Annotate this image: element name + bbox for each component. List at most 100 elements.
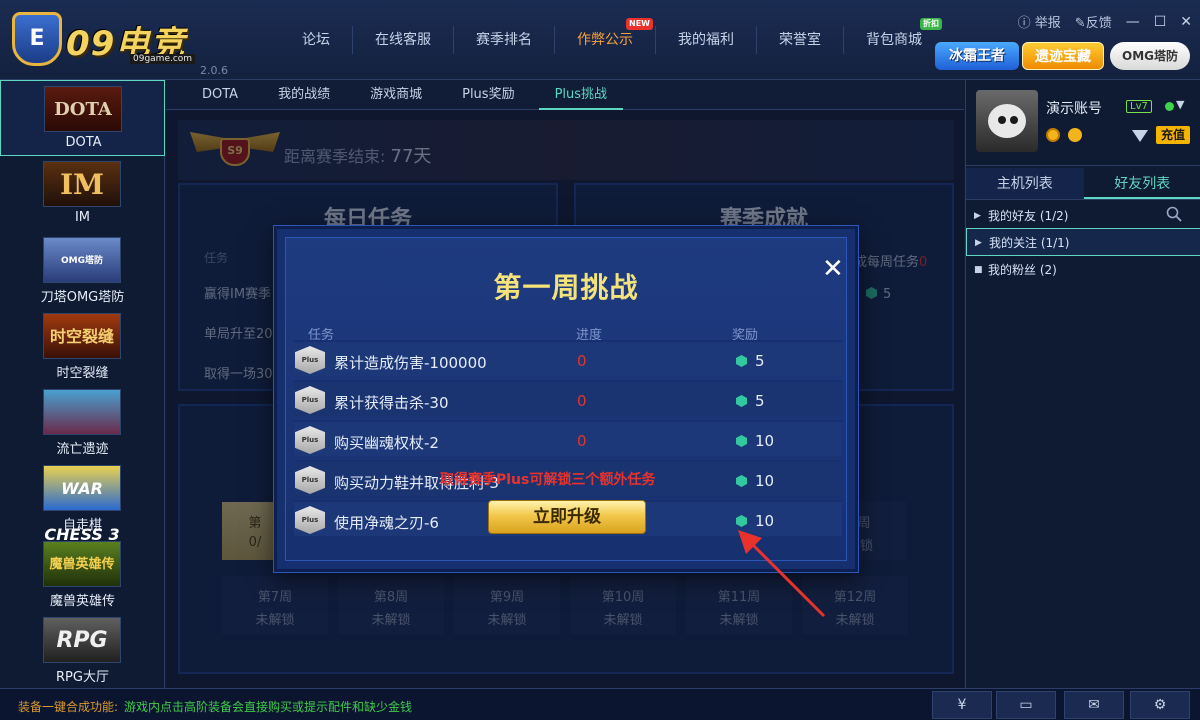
logo-site: 09game.com — [130, 54, 196, 64]
game-thumb: 魔兽英雄传 — [43, 541, 121, 587]
vip-diamond-icon — [1132, 130, 1148, 142]
nav-welfare[interactable]: 我的福利 — [656, 26, 757, 54]
promo-ice-king[interactable]: 冰霜王者 — [935, 42, 1019, 70]
challenge-name: 累计获得击杀-30 — [334, 394, 449, 412]
game-item-warcraft-heroes[interactable]: 魔兽英雄传 魔兽英雄传 — [0, 536, 165, 612]
avatar-panda-icon — [988, 104, 1026, 138]
tab-plus-reward[interactable]: Plus奖励 — [446, 80, 530, 110]
plus-badge-icon: Plus — [295, 506, 325, 534]
settings-button[interactable]: ⚙ — [1130, 691, 1190, 719]
game-item-exile[interactable]: 流亡遗迹 — [0, 384, 165, 460]
game-item-rift[interactable]: 时空裂缝 时空裂缝 — [0, 308, 165, 384]
promo-relic-treasure[interactable]: 遗迹宝藏 — [1022, 42, 1104, 70]
game-item-omg[interactable]: OMG塔防 刀塔OMG塔防 — [0, 232, 165, 308]
tab-friend-list[interactable]: 好友列表 — [1083, 168, 1200, 199]
friend-group-friends[interactable]: ▶ 我的好友 (1/2) — [966, 202, 1200, 230]
game-thumb — [43, 389, 121, 435]
plus-badge-icon: Plus — [295, 386, 325, 414]
promo-omg[interactable]: OMG塔防 — [1110, 42, 1190, 70]
nav-cheat-notice[interactable]: 作弊公示 NEW — [555, 18, 656, 54]
upgrade-now-button[interactable]: 立即升级 — [488, 500, 646, 534]
game-label: 时空裂缝 — [56, 366, 109, 381]
game-label: 流亡遗迹 — [56, 442, 109, 457]
nav-honor[interactable]: 荣誉室 — [757, 26, 844, 54]
minimize-button[interactable]: — — [1126, 14, 1140, 30]
game-label: 自走棋 — [62, 518, 102, 533]
tab-dota[interactable]: DOTA — [186, 80, 254, 110]
mail-button[interactable]: ✉ — [1064, 691, 1124, 719]
challenge-reward: 10 — [736, 432, 774, 450]
maximize-button[interactable]: ☐ — [1154, 14, 1167, 30]
game-label: RPG大厅 — [56, 670, 109, 685]
profile-card: 演示账号 Lv7 ▼ 充值 — [966, 80, 1200, 166]
logo-shield-icon: E — [12, 12, 62, 66]
level-badge: Lv7 — [1126, 100, 1152, 113]
gem-icon — [736, 435, 747, 447]
plus-unlock-note: 取得赛季Plus可解锁三个额外任务 — [440, 472, 656, 488]
annotation-arrow-icon — [738, 530, 826, 618]
main-nav: 论坛 在线客服 赛季排名 作弊公示 NEW 我的福利 荣誉室 背包商城 折扣 — [280, 18, 944, 54]
game-item-rpg[interactable]: RPG RPG大厅 — [0, 612, 165, 688]
currency-button[interactable]: ¥ — [932, 691, 992, 719]
nav-ranking[interactable]: 赛季排名 — [454, 26, 555, 54]
gem-icon — [736, 355, 747, 367]
social-tabs: 主机列表 好友列表 — [966, 168, 1200, 200]
game-thumb: IM — [43, 161, 121, 207]
game-thumb: DOTA — [44, 86, 122, 132]
discount-badge: 折扣 — [920, 18, 942, 30]
game-item-autochess[interactable]: WAR CHESS 3 自走棋 — [0, 460, 165, 544]
bottom-bar: 装备一键合成功能: 游戏内点击高阶装备会直接购买或提示配件和缺少金钱 ¥ ▭ ✉… — [0, 688, 1200, 720]
challenge-row: Plus 购买幽魂权杖-2 0 10 — [294, 420, 842, 456]
info-icon: ⓘ — [1017, 16, 1031, 31]
tab-game-shop[interactable]: 游戏商城 — [354, 80, 438, 110]
report-link[interactable]: ⓘ 举报 — [1018, 12, 1061, 31]
tab-host-list[interactable]: 主机列表 — [966, 168, 1084, 199]
tab-my-record[interactable]: 我的战绩 — [262, 80, 346, 110]
close-button[interactable]: ✕ — [1180, 14, 1192, 30]
avatar-eye — [998, 116, 1006, 124]
nav-shop[interactable]: 背包商城 折扣 — [844, 18, 944, 54]
username: 演示账号 — [1046, 101, 1102, 117]
dialog-close-button[interactable]: ✕ — [822, 256, 844, 282]
dialog-title: 第一周挑战 — [493, 271, 639, 304]
coin-icon — [1046, 128, 1060, 142]
gem-icon — [736, 395, 747, 407]
avatar[interactable] — [976, 90, 1038, 152]
status-dropdown-icon[interactable]: ▼ — [1176, 98, 1184, 111]
tip-label: 装备一键合成功能: — [18, 700, 119, 714]
online-status-icon[interactable] — [1165, 102, 1174, 111]
social-sidebar: 演示账号 Lv7 ▼ 充值 主机列表 好友列表 ▶ 我的好友 (1/2) ▶ 我… — [965, 80, 1200, 688]
game-thumb: 时空裂缝 — [43, 313, 121, 359]
mail-icon: ✉ — [1088, 697, 1100, 713]
challenge-row: Plus 累计获得击杀-30 0 5 — [294, 380, 842, 416]
feedback-link[interactable]: ✎反馈 — [1075, 12, 1112, 31]
game-item-im[interactable]: IM IM — [0, 156, 165, 232]
gem-icon — [736, 475, 747, 487]
plus-badge-icon: Plus — [295, 346, 325, 374]
plus-badge-icon: Plus — [295, 426, 325, 454]
challenge-name: 购买幽魂权杖-2 — [334, 434, 439, 452]
friend-group-fans[interactable]: ■ 我的粉丝 (2) — [966, 256, 1200, 284]
nav-support[interactable]: 在线客服 — [353, 26, 454, 54]
search-icon[interactable] — [1166, 206, 1182, 222]
nav-forum[interactable]: 论坛 — [280, 26, 353, 54]
expand-arrow-icon: ▶ — [975, 238, 982, 248]
tab-plus-challenge[interactable]: Plus挑战 — [538, 80, 624, 110]
challenge-reward: 5 — [736, 392, 765, 410]
content-tabs: DOTA 我的战绩 游戏商城 Plus奖励 Plus挑战 — [166, 80, 964, 110]
tv-button[interactable]: ▭ — [996, 691, 1056, 719]
challenge-progress: 0 — [577, 392, 587, 410]
collapse-square-icon: ■ — [974, 265, 983, 275]
challenge-progress: 0 — [577, 432, 587, 450]
yen-coin-icon: ¥ — [957, 697, 967, 713]
gear-icon: ⚙ — [1153, 697, 1167, 713]
challenge-name: 累计造成伤害-100000 — [334, 354, 487, 372]
game-item-dota[interactable]: DOTA DOTA — [0, 80, 165, 156]
game-label: DOTA — [65, 135, 102, 150]
friend-group-following[interactable]: ▶ 我的关注 (1/1) — [966, 228, 1200, 256]
game-thumb: OMG塔防 — [43, 237, 121, 283]
challenge-row: Plus 累计造成伤害-100000 0 5 — [294, 340, 842, 376]
plus-badge-icon: Plus — [295, 466, 325, 494]
app-version: 2.0.6 — [200, 64, 228, 77]
recharge-button[interactable]: 充值 — [1156, 126, 1190, 144]
